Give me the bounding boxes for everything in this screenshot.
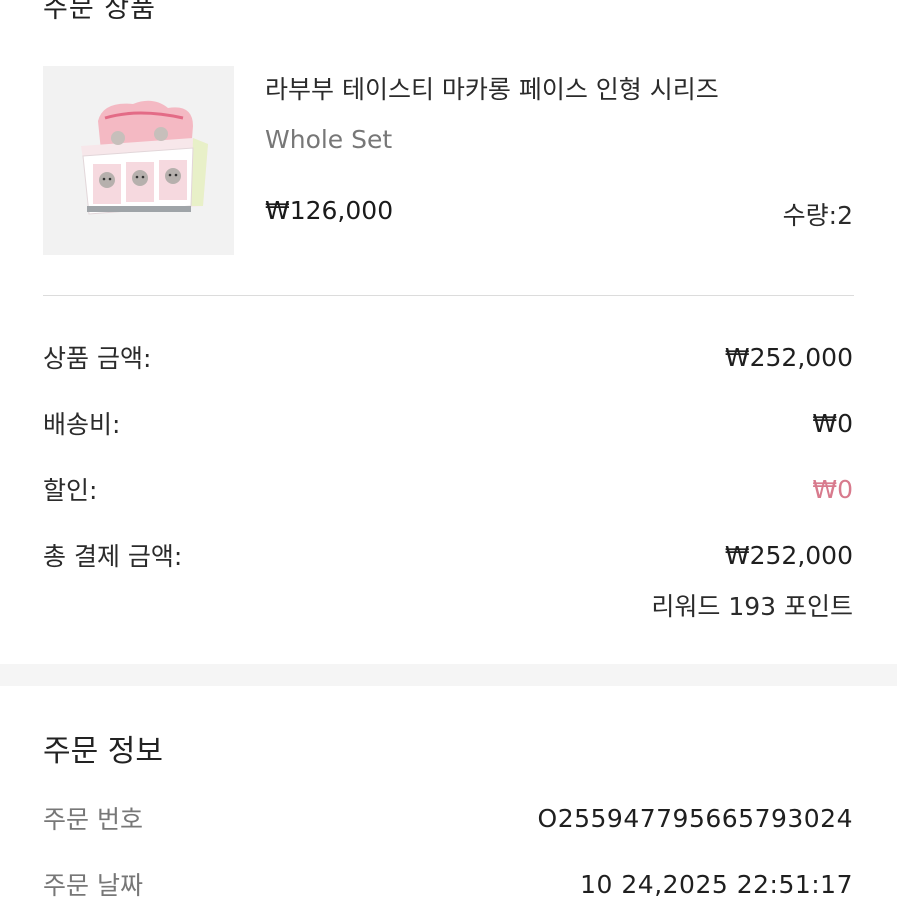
order-date-value: 10 24,2025 22:51:17 bbox=[580, 869, 853, 897]
shipping-label: 배송비: bbox=[43, 410, 121, 439]
subtotal-row: 상품 금액: ₩252,000 bbox=[43, 339, 853, 375]
order-detail-page: 주문 상품 라부부 테이스티 마카롱 페이스 인형 시리즈 Whole Set … bbox=[0, 0, 897, 897]
order-number-label: 주문 번호 bbox=[43, 805, 143, 834]
order-date-label: 주문 날짜 bbox=[43, 871, 143, 897]
discount-value: ₩0 bbox=[812, 474, 853, 504]
product-price: ₩126,000 bbox=[265, 196, 394, 225]
product-thumbnail[interactable] bbox=[43, 66, 234, 255]
order-date-row: 주문 날짜 10 24,2025 22:51:17 bbox=[43, 866, 853, 897]
divider bbox=[43, 295, 854, 296]
shipping-row: 배송비: ₩0 bbox=[43, 405, 853, 441]
total-row: 총 결제 금액: ₩252,000 bbox=[43, 537, 853, 573]
order-number-value[interactable]: O255947795665793024 bbox=[538, 804, 853, 833]
total-label: 총 결제 금액: bbox=[43, 542, 183, 571]
reward-points: 리워드 193 포인트 bbox=[651, 592, 853, 621]
product-quantity: 수량:2 bbox=[782, 201, 853, 230]
section-separator bbox=[0, 664, 897, 686]
product-box-image-icon bbox=[43, 66, 234, 255]
subtotal-value: ₩252,000 bbox=[724, 342, 853, 372]
product-variant: Whole Set bbox=[265, 125, 393, 154]
product-name[interactable]: 라부부 테이스티 마카롱 페이스 인형 시리즈 bbox=[265, 70, 719, 106]
shipping-value: ₩0 bbox=[812, 408, 853, 438]
discount-label: 할인: bbox=[43, 476, 98, 505]
order-info-title: 주문 정보 bbox=[43, 734, 163, 769]
total-value: ₩252,000 bbox=[724, 540, 853, 570]
subtotal-label: 상품 금액: bbox=[43, 344, 152, 373]
section-title: 주문 상품 bbox=[43, 0, 156, 24]
order-number-row: 주문 번호 O255947795665793024 bbox=[43, 800, 853, 836]
discount-row: 할인: ₩0 bbox=[43, 471, 853, 507]
